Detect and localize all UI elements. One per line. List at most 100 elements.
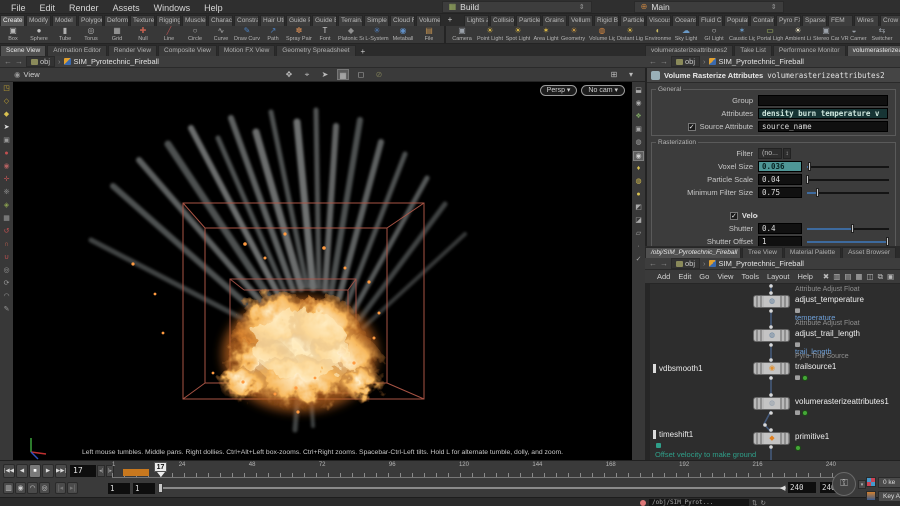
breadcrumb-root[interactable]: obj [671,56,701,67]
viewport-display-icon[interactable]: ◉ [633,99,644,109]
pane-tab[interactable]: Material Palette [783,247,842,258]
viewport-display-icon[interactable]: ⬓ [633,86,644,96]
shelf-add-tab-button[interactable]: + [442,15,458,26]
group-field[interactable] [758,95,888,106]
playbar-option-button[interactable]: ▥ [3,482,14,494]
pane-tab[interactable]: Performance Monitor [772,45,846,56]
viewport-display-icon[interactable]: ▱ [633,229,644,239]
shutter-offset-slider[interactable] [807,237,889,246]
breadcrumb-root[interactable]: obj [26,56,56,67]
node-body[interactable]: ◍ [753,329,790,342]
shelf-tool[interactable]: ╱ Line [156,26,182,43]
viewport-display-icon[interactable]: ♦ [633,164,644,174]
range-end-handle[interactable]: ◀ [780,484,785,492]
shelf-tool[interactable]: ▣ Camera [448,26,476,43]
shelf-tool[interactable]: ○ Circle [182,26,208,43]
back-arrow-icon[interactable]: ← [4,57,12,66]
particle-scale-slider[interactable] [806,175,889,184]
network-menu-item[interactable]: Layout [763,272,794,281]
shelf-tab[interactable]: Volume [416,15,441,26]
pane-tab[interactable]: Scene View [0,45,47,56]
node-body[interactable]: ◍ [753,397,790,410]
playbar-option-button[interactable]: ◠ [27,482,38,494]
viewport-side-tool-icon[interactable]: ∪ [1,253,12,263]
source-attribute-checkbox[interactable]: ✓ [687,122,696,131]
shelf-tab[interactable]: Vellum [568,15,593,26]
viewport-side-tool-icon[interactable]: ▦ [1,214,12,224]
viewport-display-icon[interactable]: ◉ [633,151,644,161]
transport-button[interactable]: |◀◀ [3,464,15,478]
shelf-tool[interactable]: ☀ Geometry Light [560,26,588,43]
shelf-tab[interactable]: Populate C... [724,15,749,26]
add-pane-tab-button[interactable]: + [357,47,370,56]
pane-tab[interactable]: Render View [107,45,158,56]
checker-icon-button[interactable] [866,477,876,487]
shelf-tab[interactable]: Polygon [78,15,103,26]
node-body[interactable]: ◉ [753,362,790,375]
display-flag-icon[interactable] [802,410,808,416]
shelf-tool[interactable]: ▭ Portal Light [756,26,784,43]
network-toolbar-icon[interactable]: ◫ [867,272,874,282]
shelf-tool[interactable]: ◒ VR Camera [840,26,868,43]
network-menu-item[interactable]: Help [793,272,816,281]
shelf-tab[interactable]: Guide B... [312,15,337,26]
network-menu-item[interactable]: Tools [737,272,763,281]
transport-button[interactable]: ▶ [42,464,54,478]
transport-button[interactable]: ◀ [16,464,28,478]
particle-scale-field[interactable]: 0.04 [758,174,802,185]
menu-item[interactable]: Render [62,3,106,13]
menu-item[interactable]: Edit [33,3,63,13]
network-toolbar-icon[interactable]: ▥ [833,272,840,282]
shelf-tool[interactable]: ◍ Volume Light [588,26,616,43]
viewport-side-tool-icon[interactable]: ⟳ [1,279,12,289]
playback-range-slider[interactable] [158,487,786,489]
shutter-slider[interactable] [807,224,889,233]
main-menu-selector[interactable]: ⊕ Main ⇕ [633,0,784,13]
viewport-tool-icon[interactable]: ➤ [319,69,331,80]
shelf-tab[interactable]: Collisions [490,15,515,26]
viewport-pane-label[interactable]: ◉ View [14,70,40,79]
shelf-tool[interactable]: ✳ L-System [364,26,390,43]
viewport-display-icon[interactable]: ▣ [633,125,644,135]
shutter-field[interactable]: 0.4 [758,223,802,234]
min-filter-size-slider[interactable] [807,188,889,197]
shelf-tab[interactable]: Rigging [156,15,181,26]
voxel-size-slider[interactable] [807,162,889,171]
viewport-side-tool-icon[interactable]: ✛ [1,175,12,185]
network-node-partial[interactable]: vdbsmooth1 [653,364,703,373]
shelf-tab[interactable]: Crow [880,15,900,26]
network-menu-item[interactable]: Edit [674,272,695,281]
shelf-tool[interactable]: ☀ Ambient Light [784,26,812,43]
shelf-tool[interactable]: ▣ Box [0,26,26,43]
viewport-display-icon[interactable]: ◩ [633,203,644,213]
shelf-tool[interactable]: ∿ Curve [208,26,234,43]
voxel-size-field[interactable]: 0.036 [758,161,802,172]
shelf-tool[interactable]: ✎ Draw Curve [234,26,260,43]
forward-arrow-icon[interactable]: → [660,259,668,268]
viewport-tool-icon[interactable]: ⊘ [373,69,385,80]
shelf-tool[interactable]: T Font [312,26,338,43]
shelf-tab[interactable]: Particles [516,15,541,26]
viewport-tool-icon[interactable]: ✥ [283,69,295,80]
range-end-field[interactable]: 240 [788,482,816,493]
shelf-tab[interactable]: Deform [104,15,129,26]
shelf-tool[interactable]: ☁ Sky Light [672,26,700,43]
range-start-field[interactable]: 1 [108,482,130,494]
viewport-side-tool-icon[interactable]: ◉ [1,162,12,172]
viewport-side-tool-icon[interactable]: ◈ [1,201,12,211]
menu-item[interactable]: Assets [106,3,147,13]
shelf-tool[interactable]: ◎ Torus [78,26,104,43]
viewport-side-tool-icon[interactable]: ❊ [1,188,12,198]
network-toolbar-icon[interactable]: ▣ [887,272,894,282]
display-flag-icon[interactable] [802,375,808,381]
range-step-button[interactable]: ▸| [67,482,78,494]
playhead[interactable]: 17 [154,462,167,479]
playbar-option-button[interactable]: ◎ [39,482,50,494]
shelf-tab[interactable]: Create [0,15,25,26]
scene-viewport[interactable]: ◳ ◇ ◆ ➤ ▣ ● ◉ ✛ ❊ ◈ ▦ ↺ ∩ ∪ ◎ ⟳ ◠ ✎ ⬓ ◉ ❖ ▣ ◍ ◉ ♦ ◍ ● ◩ ◪ ▱ · ✓ [0,82,645,460]
network-toolbar-icon[interactable]: ▦ [855,272,862,282]
node-body[interactable]: ◍ [753,295,790,308]
viewport-side-tool-icon[interactable]: ✎ [1,305,12,315]
timeline-ruler[interactable]: 1 24 48 72 96 120 144 168 192 216 240 17 [112,462,836,479]
shutter-offset-field[interactable]: 1 [758,236,802,246]
